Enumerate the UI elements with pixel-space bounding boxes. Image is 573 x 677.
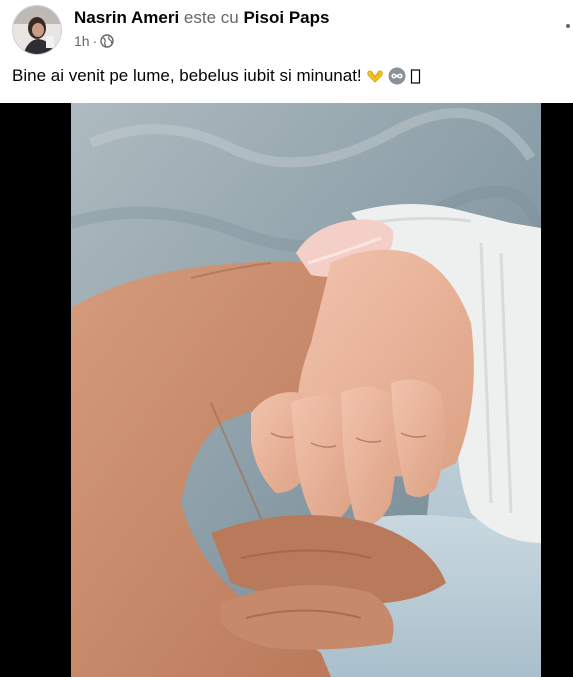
meta-separator: · xyxy=(92,33,98,49)
more-dots-icon xyxy=(566,24,570,28)
post-photo xyxy=(71,103,541,677)
avatar-image xyxy=(13,6,61,54)
post-text: Bine ai venit pe lume, bebelus iubit si … xyxy=(12,66,362,85)
author-name[interactable]: Nasrin Ameri xyxy=(74,8,179,27)
post-meta: 1h · xyxy=(74,33,114,49)
missing-glyph-emoji xyxy=(410,67,428,85)
more-options-button[interactable] xyxy=(558,16,572,36)
post-time[interactable]: 1h xyxy=(74,33,90,49)
globe-icon[interactable] xyxy=(100,34,114,48)
post-header: Nasrin Ameri este cu Pisoi Paps 1h · xyxy=(0,0,573,60)
with-label: este cu xyxy=(183,8,239,27)
heart-hands-emoji xyxy=(366,67,384,85)
avatar[interactable] xyxy=(12,5,62,55)
tagged-name[interactable]: Pisoi Paps xyxy=(243,8,329,27)
author-line: Nasrin Ameri este cu Pisoi Paps xyxy=(74,8,329,28)
post-photo-frame[interactable] xyxy=(0,103,573,677)
infinity-emoji xyxy=(388,67,406,85)
post-message: Bine ai venit pe lume, bebelus iubit si … xyxy=(12,66,428,86)
